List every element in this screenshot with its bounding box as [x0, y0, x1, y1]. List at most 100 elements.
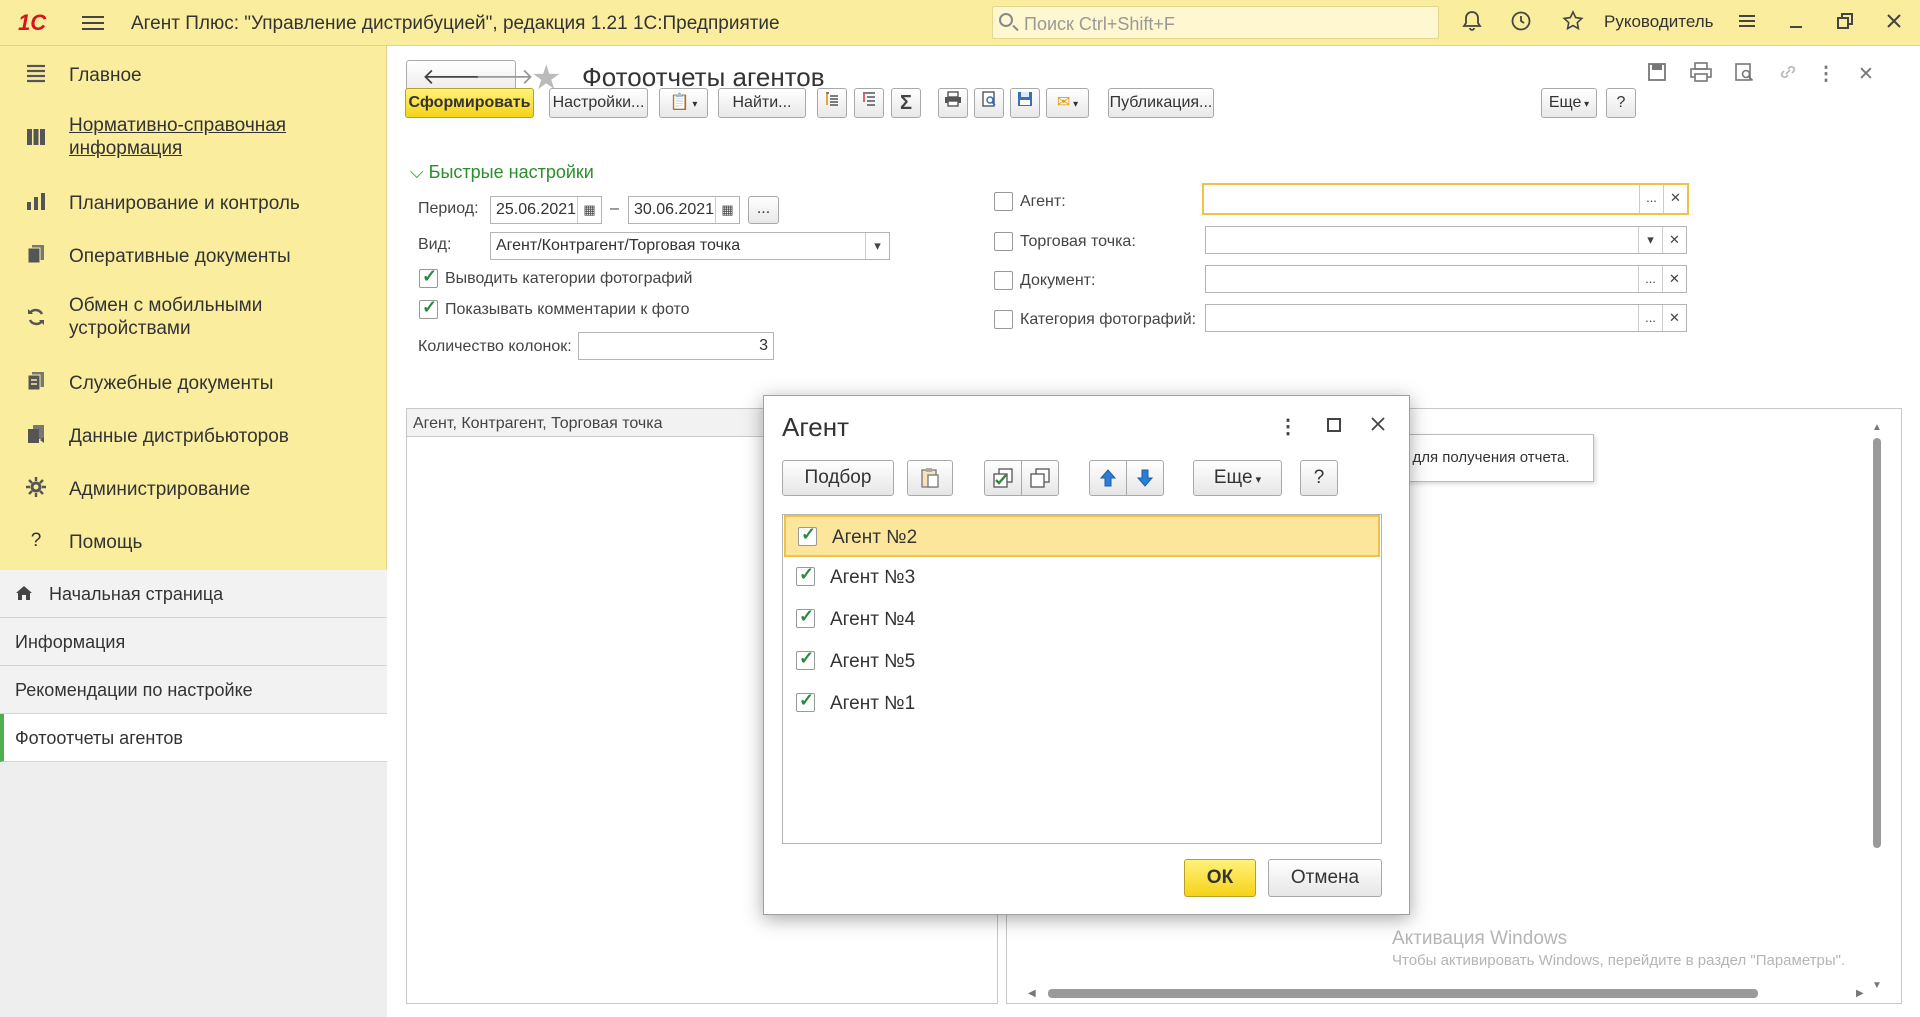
- period-select-button[interactable]: ...: [748, 196, 779, 224]
- generate-button[interactable]: Сформировать: [405, 88, 534, 118]
- open-window-home[interactable]: Начальная страница: [0, 570, 387, 618]
- variant-dropdown-button[interactable]: 📋 ▾: [659, 88, 708, 118]
- scroll-left-icon[interactable]: ◀: [1028, 988, 1036, 999]
- section-mobile-exchange[interactable]: Обмен с мобильными устройствами: [0, 294, 387, 342]
- list-item[interactable]: Агент №1: [784, 683, 1380, 725]
- section-help[interactable]: ? Помощь: [0, 527, 387, 557]
- clear-icon[interactable]: ✕: [1662, 305, 1686, 331]
- scroll-thumb[interactable]: [1048, 989, 1758, 998]
- select-ellipsis-button[interactable]: ...: [1638, 305, 1662, 331]
- more-button[interactable]: Еще ▾: [1541, 88, 1597, 118]
- photo-category-filter-field[interactable]: ... ✕: [1205, 304, 1687, 332]
- back-arrow-icon[interactable]: 🡐: [422, 64, 481, 90]
- item-checkbox[interactable]: [796, 564, 815, 586]
- calendar-icon[interactable]: ▦: [715, 197, 739, 223]
- close-form-icon[interactable]: ✕: [1853, 62, 1879, 88]
- send-email-button[interactable]: ✉ ▾: [1046, 88, 1089, 118]
- clear-icon[interactable]: ✕: [1663, 185, 1687, 213]
- item-checkbox[interactable]: [796, 606, 815, 628]
- publish-button[interactable]: Публикация...: [1108, 88, 1214, 118]
- chevron-down-icon[interactable]: ▾: [1638, 227, 1662, 253]
- item-checkbox[interactable]: [798, 524, 817, 546]
- settings-lines-icon[interactable]: [1733, 9, 1761, 37]
- section-distributor-data[interactable]: Данные дистрибьюторов: [0, 421, 387, 451]
- calendar-icon[interactable]: ▦: [577, 197, 601, 223]
- clear-icon[interactable]: ✕: [1662, 266, 1686, 292]
- save-icon[interactable]: [1644, 62, 1670, 88]
- move-up-icon[interactable]: [1089, 460, 1127, 496]
- cancel-button[interactable]: Отмена: [1268, 859, 1382, 897]
- open-window-recommendations[interactable]: Рекомендации по настройке: [0, 666, 387, 714]
- item-checkbox[interactable]: [796, 648, 815, 670]
- preview-icon[interactable]: [1731, 62, 1757, 88]
- collapse-groups-icon[interactable]: [854, 88, 884, 118]
- main-menu-icon[interactable]: [82, 12, 104, 32]
- columns-count-field[interactable]: 3: [578, 332, 774, 360]
- print-icon[interactable]: [1688, 62, 1714, 88]
- preview-button-icon[interactable]: [974, 88, 1004, 118]
- check-all-icon[interactable]: [984, 460, 1022, 496]
- save-report-icon[interactable]: [1010, 88, 1040, 118]
- section-service-docs[interactable]: Служебные документы: [0, 368, 387, 398]
- section-reference-info[interactable]: Нормативно-справочная информация: [0, 114, 387, 162]
- clear-icon[interactable]: ✕: [1662, 227, 1686, 253]
- photo-category-filter-checkbox[interactable]: [994, 310, 1013, 329]
- find-button[interactable]: Найти...: [718, 88, 806, 118]
- restore-icon[interactable]: [1831, 9, 1859, 37]
- more-button[interactable]: Еще ▾: [1193, 460, 1282, 496]
- period-from-field[interactable]: 25.06.2021 ▦: [490, 196, 602, 224]
- select-ellipsis-button[interactable]: ...: [1639, 185, 1663, 213]
- list-item[interactable]: Агент №2: [784, 515, 1380, 557]
- scroll-right-icon[interactable]: ▶: [1856, 988, 1864, 999]
- uncheck-all-icon[interactable]: [1021, 460, 1059, 496]
- print-button-icon[interactable]: [938, 88, 968, 118]
- scroll-down-icon[interactable]: ▼: [1872, 980, 1882, 991]
- list-item[interactable]: Агент №3: [784, 557, 1380, 599]
- photo-comments-checkbox[interactable]: [419, 297, 438, 319]
- item-checkbox[interactable]: [796, 690, 815, 712]
- more-vertical-icon[interactable]: ⋮: [1813, 62, 1839, 88]
- forward-arrow-icon[interactable]: 🡒: [475, 64, 534, 90]
- open-window-photo-reports[interactable]: Фотоотчеты агентов: [0, 714, 387, 762]
- bell-icon[interactable]: [1458, 9, 1486, 37]
- current-user[interactable]: Руководитель: [1604, 12, 1714, 32]
- agent-filter-checkbox[interactable]: [994, 192, 1013, 211]
- section-administration[interactable]: Администрирование: [0, 474, 387, 504]
- move-down-icon[interactable]: [1126, 460, 1164, 496]
- open-window-info[interactable]: Информация: [0, 618, 387, 666]
- minimize-icon[interactable]: [1782, 9, 1810, 37]
- help-button[interactable]: ?: [1606, 88, 1636, 118]
- favorites-star-icon[interactable]: [1559, 9, 1587, 37]
- global-search-input[interactable]: Поиск Ctrl+Shift+F: [992, 6, 1439, 39]
- document-filter-checkbox[interactable]: [994, 271, 1013, 290]
- settings-button[interactable]: Настройки...: [549, 88, 648, 118]
- ok-button[interactable]: ОК: [1184, 859, 1256, 897]
- close-dialog-icon[interactable]: [1365, 414, 1391, 440]
- section-planning[interactable]: Планирование и контроль: [0, 188, 387, 218]
- section-main[interactable]: Главное: [0, 60, 387, 90]
- outlet-filter-field[interactable]: ▾ ✕: [1205, 226, 1687, 254]
- paste-icon[interactable]: [907, 460, 953, 496]
- sum-icon[interactable]: Σ: [891, 88, 921, 118]
- scroll-up-icon[interactable]: ▲: [1872, 422, 1882, 433]
- expand-groups-icon[interactable]: [817, 88, 847, 118]
- select-ellipsis-button[interactable]: ...: [1638, 266, 1662, 292]
- scroll-thumb[interactable]: [1873, 438, 1881, 848]
- photo-categories-checkbox[interactable]: [419, 266, 438, 288]
- link-icon[interactable]: [1775, 62, 1801, 88]
- document-filter-field[interactable]: ... ✕: [1205, 265, 1687, 293]
- chevron-down-icon[interactable]: ▾: [865, 233, 889, 259]
- agent-filter-field[interactable]: ... ✕: [1202, 183, 1689, 215]
- help-button[interactable]: ?: [1300, 460, 1338, 496]
- agent-list[interactable]: Агент №2 Агент №3 Агент №4 Агент №5 Аген…: [782, 514, 1382, 844]
- more-vertical-icon[interactable]: ⋮: [1275, 414, 1301, 440]
- pick-button[interactable]: Подбор: [782, 460, 894, 496]
- outlet-filter-checkbox[interactable]: [994, 232, 1013, 251]
- period-to-field[interactable]: 30.06.2021 ▦: [628, 196, 740, 224]
- history-icon[interactable]: [1507, 9, 1535, 37]
- list-item[interactable]: Агент №4: [784, 599, 1380, 641]
- view-select[interactable]: Агент/Контрагент/Торговая точка ▾: [490, 232, 890, 260]
- list-item[interactable]: Агент №5: [784, 641, 1380, 683]
- quick-settings-toggle[interactable]: ⌵ Быстрые настройки: [410, 162, 594, 183]
- section-operational-docs[interactable]: Оперативные документы: [0, 241, 387, 271]
